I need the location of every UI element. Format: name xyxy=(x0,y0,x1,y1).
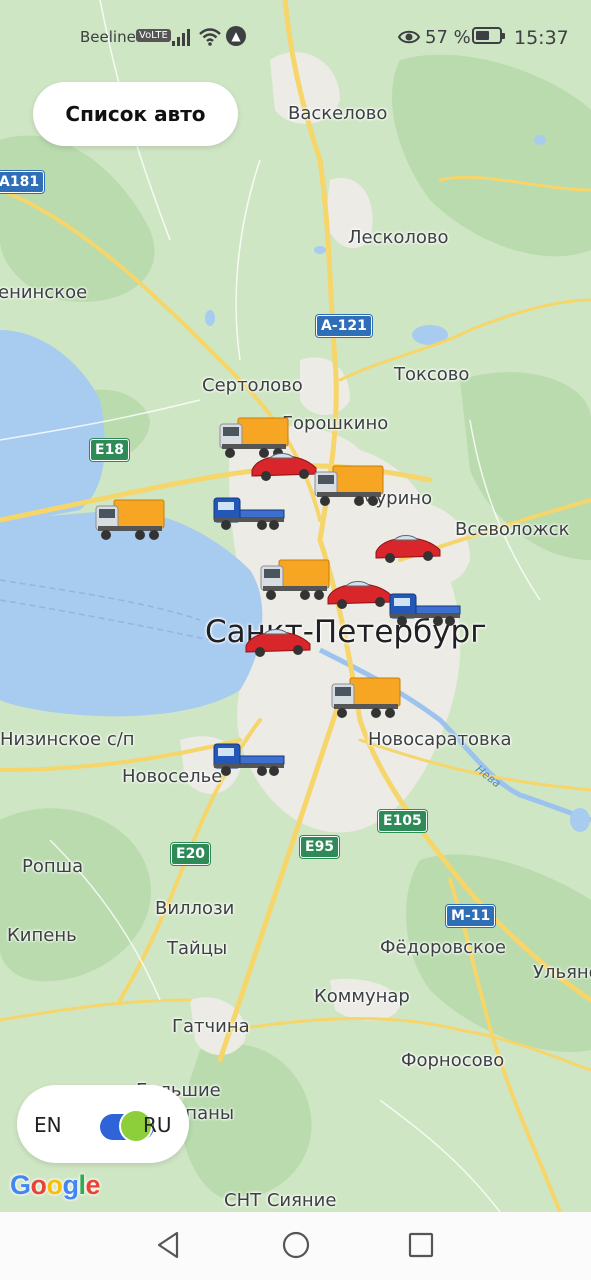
road-shield-e95: E95 xyxy=(300,836,340,858)
place-kipen: Кипень xyxy=(7,925,77,946)
eye-comfort-icon xyxy=(398,30,420,44)
vehicle-marker-car[interactable] xyxy=(242,622,314,660)
status-bar: Beeline VoLTE ▲ 57 % 15:37 xyxy=(0,0,591,74)
vehicle-marker-flatbed[interactable] xyxy=(388,588,462,628)
vehicle-marker-car[interactable] xyxy=(324,574,396,612)
home-icon[interactable] xyxy=(281,1230,311,1260)
back-icon[interactable] xyxy=(155,1230,183,1260)
battery-icon xyxy=(472,27,505,44)
clock: 15:37 xyxy=(514,27,569,49)
road-shield-a181: А181 xyxy=(0,171,45,193)
place-fornosovo: Форносово xyxy=(401,1050,505,1071)
battery-percent: 57 % xyxy=(425,27,471,48)
system-navigation-bar xyxy=(0,1212,591,1280)
vehicle-marker-car[interactable] xyxy=(372,528,444,566)
volte-badge: VoLTE xyxy=(136,29,171,42)
vehicle-marker-flatbed[interactable] xyxy=(212,738,286,778)
language-label-en[interactable]: EN xyxy=(34,1113,62,1137)
place-ropsha: Ропша xyxy=(22,856,84,877)
vehicle-marker-flatbed[interactable] xyxy=(212,492,286,532)
vehicle-list-button[interactable]: Список авто xyxy=(33,82,238,146)
place-snt-siyanie: СНТ Сияние xyxy=(224,1190,337,1211)
place-nizinskoe: Низинское с/п xyxy=(0,729,135,750)
place-novosaratovka: Новосаратовка xyxy=(368,729,512,750)
road-shield-e20: E20 xyxy=(171,843,211,865)
place-vaskelovo: Васкелово xyxy=(288,103,388,124)
recents-icon[interactable] xyxy=(407,1230,435,1260)
vehicle-marker-truck[interactable] xyxy=(313,462,385,510)
place-toksovo: Токсово xyxy=(394,364,470,385)
road-shield-e105: E105 xyxy=(378,810,427,832)
place-villozi: Виллози xyxy=(155,898,235,919)
carrier-name: Beeline xyxy=(80,28,136,46)
google-logo: Google xyxy=(10,1170,101,1200)
vehicle-marker-truck[interactable] xyxy=(259,556,331,604)
vehicle-marker-truck[interactable] xyxy=(94,496,166,544)
road-shield-a121: А-121 xyxy=(316,315,372,337)
road-shield-e18: E18 xyxy=(90,439,130,461)
vehicle-marker-truck[interactable] xyxy=(330,674,402,722)
signal-icon xyxy=(172,29,190,46)
place-taitsy: Тайцы xyxy=(167,938,228,959)
place-kommunar: Коммунар xyxy=(314,986,410,1007)
navigation-icon: ▲ xyxy=(226,26,246,46)
place-gatchina: Гатчина xyxy=(172,1016,250,1037)
place-vsevolozhsk: Всеволожск xyxy=(455,519,570,540)
place-gorushkino: Горошкино xyxy=(282,413,389,434)
place-fedorovskoe: Фёдоровское xyxy=(380,937,506,958)
place-leninskoe: енинское xyxy=(0,282,88,303)
language-toggle-card: EN RU xyxy=(17,1085,189,1163)
map-base xyxy=(0,0,591,1212)
place-novoselye: Новоселье xyxy=(122,766,223,787)
road-shield-m11: М-11 xyxy=(446,905,496,927)
vehicle-marker-car[interactable] xyxy=(248,446,320,484)
wifi-icon xyxy=(199,28,221,46)
place-ulyanovka: Ульянов xyxy=(533,962,591,983)
place-leskolovo: Лесколово xyxy=(348,227,449,248)
place-sertolovo: Сертолово xyxy=(202,375,303,396)
map-view[interactable]: Васкелово Лесколово енинское Сертолово Т… xyxy=(0,0,591,1212)
language-label-ru[interactable]: RU xyxy=(143,1113,172,1137)
